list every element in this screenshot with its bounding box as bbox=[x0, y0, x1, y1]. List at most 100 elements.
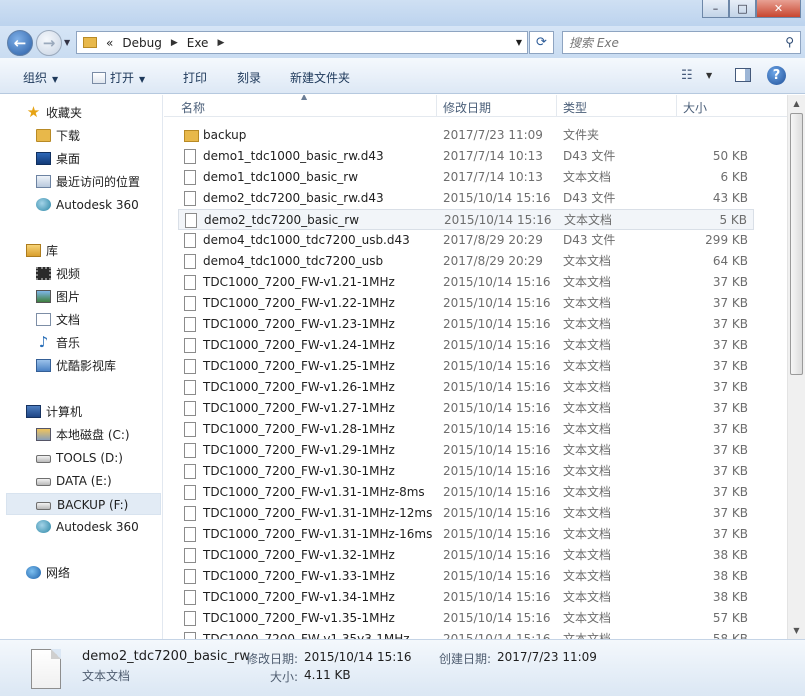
address-bar[interactable]: « Debug ▶ Exe ▶ ▼ bbox=[76, 31, 528, 54]
file-row[interactable]: demo4_tdc1000_tdc7200_usb.d43 2017/8/29 2… bbox=[178, 230, 754, 251]
nav-autodesk-computer[interactable]: Autodesk 360 bbox=[36, 516, 139, 538]
file-row[interactable]: demo1_tdc1000_basic_rw 2017/7/14 10:13 文本文… bbox=[178, 167, 754, 188]
nav-autodesk-favorites[interactable]: Autodesk 360 bbox=[36, 194, 139, 216]
vertical-scrollbar[interactable]: ▲ ▼ bbox=[787, 95, 805, 639]
music-note-icon: ♪ bbox=[38, 333, 49, 351]
file-row[interactable]: TDC1000_7200_FW-v1.27-1MHz 2015/10/14 15:… bbox=[178, 398, 754, 419]
chevron-right-icon[interactable]: ▶ bbox=[217, 38, 224, 48]
details-size-value: 4.11 KB bbox=[304, 668, 351, 682]
open-menu[interactable]: 打开 ▼ bbox=[92, 69, 145, 86]
file-row[interactable]: TDC1000_7200_FW-v1.32-1MHz 2015/10/14 15:… bbox=[178, 545, 754, 566]
burn-button[interactable]: 刻录 bbox=[237, 69, 261, 86]
breadcrumb-debug[interactable]: Debug bbox=[122, 36, 161, 50]
nav-desktop[interactable]: 桌面 bbox=[36, 148, 80, 170]
file-row[interactable]: TDC1000_7200_FW-v1.31-1MHz-16ms 2015/10/1… bbox=[178, 524, 754, 545]
file-row[interactable]: TDC1000_7200_FW-v1.22-1MHz 2015/10/14 15:… bbox=[178, 293, 754, 314]
nav-youku-library[interactable]: 优酷影视库 bbox=[36, 355, 116, 377]
file-row[interactable]: TDC1000_7200_FW-v1.29-1MHz 2015/10/14 15:… bbox=[178, 440, 754, 461]
organize-menu[interactable]: 组织 ▼ bbox=[23, 69, 58, 86]
column-headers: ▲ 名称 修改日期 类型 大小 bbox=[164, 95, 787, 117]
nav-pictures[interactable]: 图片 bbox=[36, 286, 80, 308]
address-dropdown-icon[interactable]: ▼ bbox=[516, 38, 522, 47]
column-date[interactable]: 修改日期 bbox=[443, 99, 491, 116]
file-date: 2017/7/23 11:09 bbox=[443, 128, 543, 142]
search-input[interactable] bbox=[569, 32, 769, 53]
nav-favorites[interactable]: ★ 收藏夹 bbox=[26, 102, 82, 124]
file-row[interactable]: TDC1000_7200_FW-v1.30-1MHz 2015/10/14 15:… bbox=[178, 461, 754, 482]
file-type: 文本文档 bbox=[563, 380, 612, 394]
nav-autodesk-computer-label: Autodesk 360 bbox=[56, 520, 139, 534]
file-row[interactable]: TDC1000_7200_FW-v1.31-1MHz-12ms 2015/10/1… bbox=[178, 503, 754, 524]
file-row[interactable]: TDC1000_7200_FW-v1.21-1MHz 2015/10/14 15:… bbox=[178, 272, 754, 293]
picture-icon bbox=[36, 290, 51, 303]
nav-music[interactable]: ♪ 音乐 bbox=[36, 332, 80, 354]
scroll-down-arrow-icon[interactable]: ▼ bbox=[788, 622, 805, 639]
scroll-up-arrow-icon[interactable]: ▲ bbox=[788, 95, 805, 112]
print-button[interactable]: 打印 bbox=[183, 69, 207, 86]
breadcrumb-overflow[interactable]: « bbox=[106, 36, 113, 50]
preview-pane-icon[interactable] bbox=[735, 68, 751, 82]
file-row[interactable]: TDC1000_7200_FW-v1.24-1MHz 2015/10/14 15:… bbox=[178, 335, 754, 356]
nav-downloads[interactable]: 下载 bbox=[36, 125, 80, 147]
file-row[interactable]: TDC1000_7200_FW-v1.33-1MHz 2015/10/14 15:… bbox=[178, 566, 754, 587]
file-size: 58 KB bbox=[712, 632, 748, 639]
maximize-button[interactable]: □ bbox=[729, 0, 756, 18]
chevron-right-icon[interactable]: ▶ bbox=[171, 38, 178, 48]
file-type: 文本文档 bbox=[563, 170, 612, 184]
column-type[interactable]: 类型 bbox=[563, 99, 587, 116]
nav-videos[interactable]: 视频 bbox=[36, 263, 80, 285]
nav-drive-e[interactable]: DATA (E:) bbox=[36, 470, 112, 492]
file-icon bbox=[184, 527, 196, 542]
file-row[interactable]: demo2_tdc7200_basic_rw.d43 2015/10/14 15:… bbox=[178, 188, 754, 209]
file-row[interactable]: demo2_tdc7200_basic_rw 2015/10/14 15:16 文本… bbox=[178, 209, 754, 230]
file-date: 2015/10/14 15:16 bbox=[443, 611, 551, 625]
nav-libraries[interactable]: 库 bbox=[26, 240, 58, 262]
column-size[interactable]: 大小 bbox=[683, 99, 707, 116]
file-row[interactable]: TDC1000_7200_FW-v1.35-1MHz 2015/10/14 15:… bbox=[178, 608, 754, 629]
minimize-button[interactable]: – bbox=[702, 0, 729, 18]
file-icon bbox=[184, 611, 196, 626]
nav-drive-d[interactable]: TOOLS (D:) bbox=[36, 447, 123, 469]
file-row[interactable]: TDC1000_7200_FW-v1.35v3-1MHz 2015/10/14 1… bbox=[178, 629, 754, 639]
back-button[interactable]: ← bbox=[7, 30, 33, 56]
file-row[interactable]: demo1_tdc1000_basic_rw.d43 2017/7/14 10:1… bbox=[178, 146, 754, 167]
nav-drive-c[interactable]: 本地磁盘 (C:) bbox=[36, 424, 130, 446]
file-row[interactable]: demo4_tdc1000_tdc7200_usb 2017/8/29 20:29… bbox=[178, 251, 754, 272]
nav-drive-f[interactable]: BACKUP (F:) bbox=[6, 493, 161, 515]
file-row[interactable]: TDC1000_7200_FW-v1.25-1MHz 2015/10/14 15:… bbox=[178, 356, 754, 377]
search-box[interactable]: ⚲ bbox=[562, 31, 801, 54]
file-row[interactable]: TDC1000_7200_FW-v1.31-1MHz-8ms 2015/10/14… bbox=[178, 482, 754, 503]
recent-pages-dropdown[interactable]: ▼ bbox=[64, 38, 70, 47]
file-date: 2015/10/14 15:16 bbox=[443, 191, 551, 205]
file-icon bbox=[184, 317, 196, 332]
column-divider[interactable] bbox=[436, 95, 437, 117]
file-date: 2017/7/14 10:13 bbox=[443, 149, 543, 163]
column-divider[interactable] bbox=[676, 95, 677, 117]
nav-documents[interactable]: 文档 bbox=[36, 309, 80, 331]
forward-button[interactable]: → bbox=[36, 30, 62, 56]
view-options-icon[interactable]: ☷ bbox=[681, 68, 693, 83]
file-type: 文本文档 bbox=[563, 443, 612, 457]
breadcrumb-exe[interactable]: Exe bbox=[187, 36, 209, 50]
new-folder-button[interactable]: 新建文件夹 bbox=[290, 69, 350, 86]
scrollbar-thumb[interactable] bbox=[790, 113, 803, 375]
file-row[interactable]: backup 2017/7/23 11:09 文件夹 bbox=[178, 125, 754, 146]
help-icon[interactable]: ? bbox=[767, 66, 786, 85]
refresh-button[interactable]: ⟳ bbox=[529, 31, 554, 54]
nav-network[interactable]: 网络 bbox=[26, 562, 70, 584]
search-icon[interactable]: ⚲ bbox=[785, 35, 794, 49]
file-row[interactable]: TDC1000_7200_FW-v1.28-1MHz 2015/10/14 15:… bbox=[178, 419, 754, 440]
file-row[interactable]: TDC1000_7200_FW-v1.23-1MHz 2015/10/14 15:… bbox=[178, 314, 754, 335]
chevron-down-icon[interactable]: ▼ bbox=[706, 71, 712, 80]
file-icon bbox=[184, 485, 196, 500]
close-button[interactable]: ✕ bbox=[756, 0, 801, 18]
column-divider[interactable] bbox=[556, 95, 557, 117]
nav-recent-places[interactable]: 最近访问的位置 bbox=[36, 171, 140, 193]
file-row[interactable]: TDC1000_7200_FW-v1.34-1MHz 2015/10/14 15:… bbox=[178, 587, 754, 608]
nav-computer[interactable]: 计算机 bbox=[26, 401, 82, 423]
details-created-value: 2017/7/23 11:09 bbox=[497, 650, 597, 664]
file-row[interactable]: TDC1000_7200_FW-v1.26-1MHz 2015/10/14 15:… bbox=[178, 377, 754, 398]
file-type: 文本文档 bbox=[564, 213, 613, 227]
column-name[interactable]: 名称 bbox=[181, 99, 205, 116]
details-file-name: demo2_tdc7200_basic_rw bbox=[82, 649, 250, 664]
